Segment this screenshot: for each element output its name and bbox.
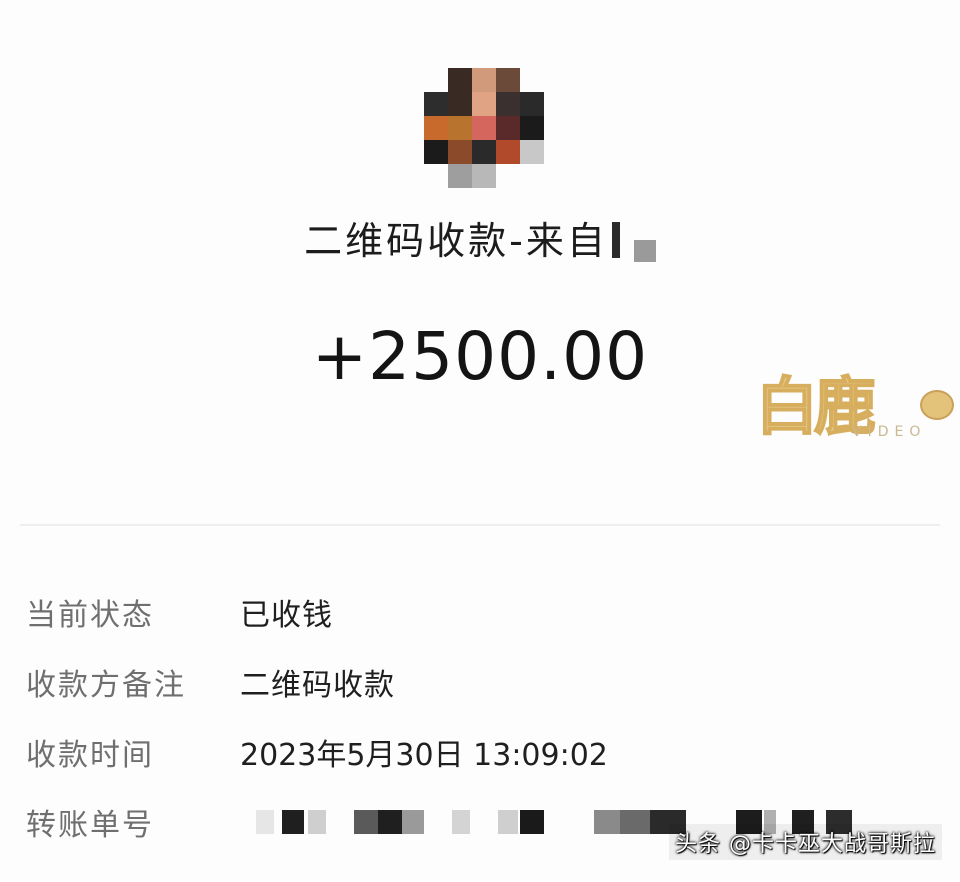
avatar-pixel [448, 140, 472, 164]
avatar-pixel [424, 92, 448, 116]
censor-block [378, 810, 402, 834]
source-watermark: 头条 @卡卡巫大战哥斯拉 [669, 824, 942, 860]
avatar-pixel [472, 140, 496, 164]
censor-block [452, 810, 470, 834]
detail-row-status: 当前状态 已收钱 [0, 580, 960, 640]
avatar-pixel [448, 92, 472, 116]
avatar-pixel [496, 92, 520, 116]
censored-name-mark [611, 222, 620, 258]
section-divider [20, 524, 940, 526]
detail-label: 收款方备注 [26, 668, 186, 703]
detail-label: 转账单号 [26, 808, 154, 843]
detail-value: 已收钱 [240, 598, 333, 633]
watermark-sub-text: VIDEO [852, 424, 927, 440]
detail-row-remark: 收款方备注 二维码收款 [0, 650, 960, 710]
censor-block [256, 810, 274, 834]
detail-value: 2023年5月30日 13:09:02 [240, 738, 608, 773]
censor-block [498, 810, 518, 834]
detail-row-time: 收款时间 2023年5月30日 13:09:02 [0, 720, 960, 780]
avatar [424, 68, 544, 188]
avatar-pixel [472, 68, 496, 92]
avatar-pixel [496, 68, 520, 92]
avatar-pixel [520, 116, 544, 140]
censored-name-block [633, 240, 656, 262]
avatar-pixel [520, 92, 544, 116]
censor-block [282, 810, 304, 834]
avatar-pixel [472, 92, 496, 116]
avatar-pixel [448, 164, 472, 188]
avatar-pixel [472, 164, 496, 188]
avatar-pixel [520, 140, 544, 164]
avatar-pixel [448, 116, 472, 140]
avatar-pixel [496, 116, 520, 140]
avatar-pixel [448, 68, 472, 92]
censor-block [594, 810, 620, 834]
detail-label: 当前状态 [26, 598, 154, 633]
censor-block [520, 810, 544, 834]
censor-block [308, 810, 326, 834]
avatar-pixel [496, 140, 520, 164]
censor-block [620, 810, 650, 834]
watermark-play-icon [920, 390, 954, 420]
title-text: 二维码收款-来自 [304, 219, 608, 263]
transaction-title: 二维码收款-来自 [0, 210, 960, 265]
transaction-detail-page: 二维码收款-来自 +2500.00 白鹿 VIDEO 当前状态 已收钱 收款方备… [0, 0, 960, 882]
watermark-logo: 白鹿 VIDEO [752, 356, 960, 446]
censor-block [354, 810, 378, 834]
detail-value: 二维码收款 [240, 668, 395, 703]
avatar-pixel [472, 116, 496, 140]
detail-label: 收款时间 [26, 738, 154, 773]
censor-block [402, 810, 424, 834]
avatar-pixel [424, 140, 448, 164]
avatar-pixel [424, 116, 448, 140]
